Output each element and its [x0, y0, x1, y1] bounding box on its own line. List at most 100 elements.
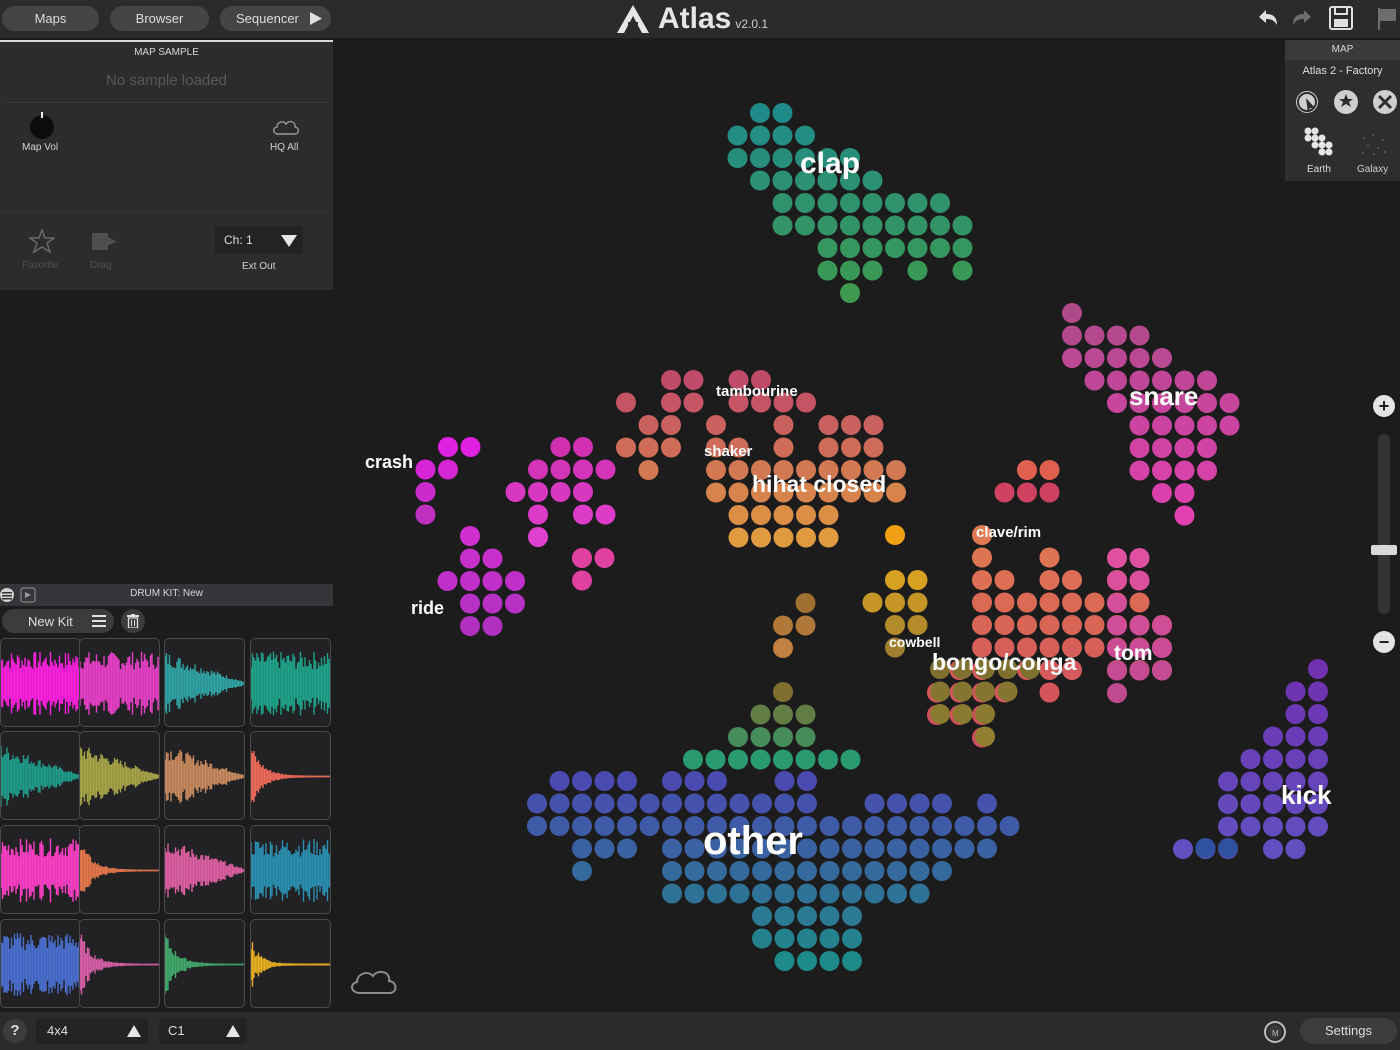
drum-pad[interactable] [79, 638, 160, 727]
sample-dot[interactable] [1062, 325, 1082, 346]
sample-dot[interactable] [1129, 415, 1150, 436]
sample-dot[interactable] [1129, 592, 1150, 613]
new-kit-button[interactable]: New Kit [2, 609, 114, 633]
zoom-slider-track[interactable] [1378, 434, 1390, 614]
sample-dot[interactable] [840, 215, 860, 236]
sample-dot[interactable] [638, 415, 659, 435]
star-icon[interactable] [29, 229, 55, 254]
sample-dot[interactable] [460, 526, 480, 546]
sample-dot[interactable] [774, 861, 795, 881]
sample-dot[interactable] [952, 215, 973, 236]
sample-dot[interactable] [1152, 638, 1172, 658]
sample-dot[interactable] [840, 749, 861, 770]
sample-dot[interactable] [1308, 749, 1328, 769]
sample-dot[interactable] [887, 861, 907, 881]
sample-dot[interactable] [528, 527, 548, 547]
sample-dot[interactable] [1174, 460, 1195, 481]
sample-dot[interactable] [772, 215, 793, 236]
sample-dot[interactable] [1107, 325, 1127, 346]
sample-dot[interactable] [752, 906, 772, 926]
sample-dot[interactable] [1084, 348, 1105, 368]
map-vol-knob[interactable] [28, 110, 58, 140]
sample-dot[interactable] [661, 370, 681, 390]
sample-dot[interactable] [773, 727, 793, 747]
sample-dot[interactable] [773, 749, 793, 770]
sample-dot[interactable] [728, 460, 749, 480]
sample-dot[interactable] [842, 883, 862, 904]
sample-dot[interactable] [885, 215, 905, 236]
sample-dot[interactable] [751, 527, 771, 548]
drum-pad[interactable] [164, 638, 245, 727]
sample-dot[interactable] [1197, 438, 1217, 458]
sample-dot[interactable] [1219, 393, 1240, 413]
sample-dot[interactable] [750, 704, 771, 725]
sample-dot[interactable] [482, 571, 503, 591]
sample-dot[interactable] [819, 906, 840, 926]
sample-dot[interactable] [975, 726, 995, 747]
sample-dot[interactable] [1263, 749, 1283, 769]
sample-dot[interactable] [528, 504, 548, 525]
sample-dot[interactable] [684, 771, 705, 791]
sample-dot[interactable] [885, 570, 905, 590]
sample-dot[interactable] [1197, 370, 1217, 391]
drum-pad[interactable] [0, 731, 81, 820]
sample-dot[interactable] [595, 459, 616, 480]
sample-dot[interactable] [863, 415, 884, 435]
sample-dot[interactable] [1285, 749, 1306, 769]
sample-dot[interactable] [841, 437, 861, 458]
sample-dot[interactable] [1107, 348, 1127, 368]
sample-dot[interactable] [729, 883, 750, 904]
sample-dot[interactable] [550, 437, 571, 457]
sample-dot[interactable] [909, 861, 930, 881]
sample-dot[interactable] [573, 504, 593, 525]
sample-dot[interactable] [1039, 615, 1060, 635]
sample-dot[interactable] [1107, 593, 1127, 613]
sample-dot[interactable] [752, 883, 772, 904]
sample-dot[interactable] [1308, 659, 1328, 679]
sample-dot[interactable] [930, 238, 950, 258]
sequencer-tab[interactable]: Sequencer [220, 6, 331, 31]
sample-dot[interactable] [706, 415, 726, 435]
sample-dot[interactable] [907, 193, 928, 213]
delete-kit-button[interactable] [121, 609, 145, 633]
sample-dot[interactable] [1129, 438, 1150, 458]
sample-dot[interactable] [907, 215, 928, 236]
sample-dot[interactable] [887, 883, 907, 904]
sample-dot[interactable] [683, 370, 704, 390]
sample-dot[interactable] [772, 103, 793, 123]
sample-dot[interactable] [528, 482, 548, 502]
sample-dot[interactable] [952, 260, 973, 281]
sample-dot[interactable] [482, 593, 503, 614]
sample-dot[interactable] [819, 928, 840, 949]
sample-dot[interactable] [819, 861, 840, 881]
sample-dot[interactable] [1263, 771, 1283, 792]
sample-dot[interactable] [1285, 726, 1306, 747]
sample-dot[interactable] [728, 527, 749, 548]
sample-dot[interactable] [617, 793, 637, 814]
sample-dot[interactable] [1084, 592, 1105, 613]
sample-dot[interactable] [1263, 794, 1283, 814]
sample-dot[interactable] [977, 816, 997, 836]
sample-dot[interactable] [617, 771, 637, 791]
drum-pad[interactable] [164, 731, 245, 820]
root-note-select[interactable]: C1 [159, 1018, 247, 1044]
sample-dot[interactable] [1285, 681, 1306, 702]
sample-dot[interactable] [505, 482, 526, 502]
sample-dot[interactable] [1062, 592, 1082, 613]
sample-dot[interactable] [952, 681, 973, 702]
undo-icon[interactable] [1256, 7, 1280, 29]
sample-dot[interactable] [728, 505, 749, 525]
sample-dot[interactable] [750, 170, 770, 191]
sample-dot[interactable] [683, 392, 704, 413]
sample-dot[interactable] [819, 816, 840, 836]
sample-dot[interactable] [482, 548, 503, 569]
sample-dot[interactable] [932, 861, 952, 881]
drum-pad[interactable] [164, 919, 245, 1008]
sample-dot[interactable] [661, 415, 681, 435]
sample-dot[interactable] [817, 215, 838, 236]
sample-dot[interactable] [527, 816, 547, 836]
sample-dot[interactable] [415, 459, 436, 480]
sample-dot[interactable] [1084, 637, 1105, 658]
sample-dot[interactable] [572, 793, 592, 814]
flag-icon[interactable] [1374, 6, 1398, 32]
